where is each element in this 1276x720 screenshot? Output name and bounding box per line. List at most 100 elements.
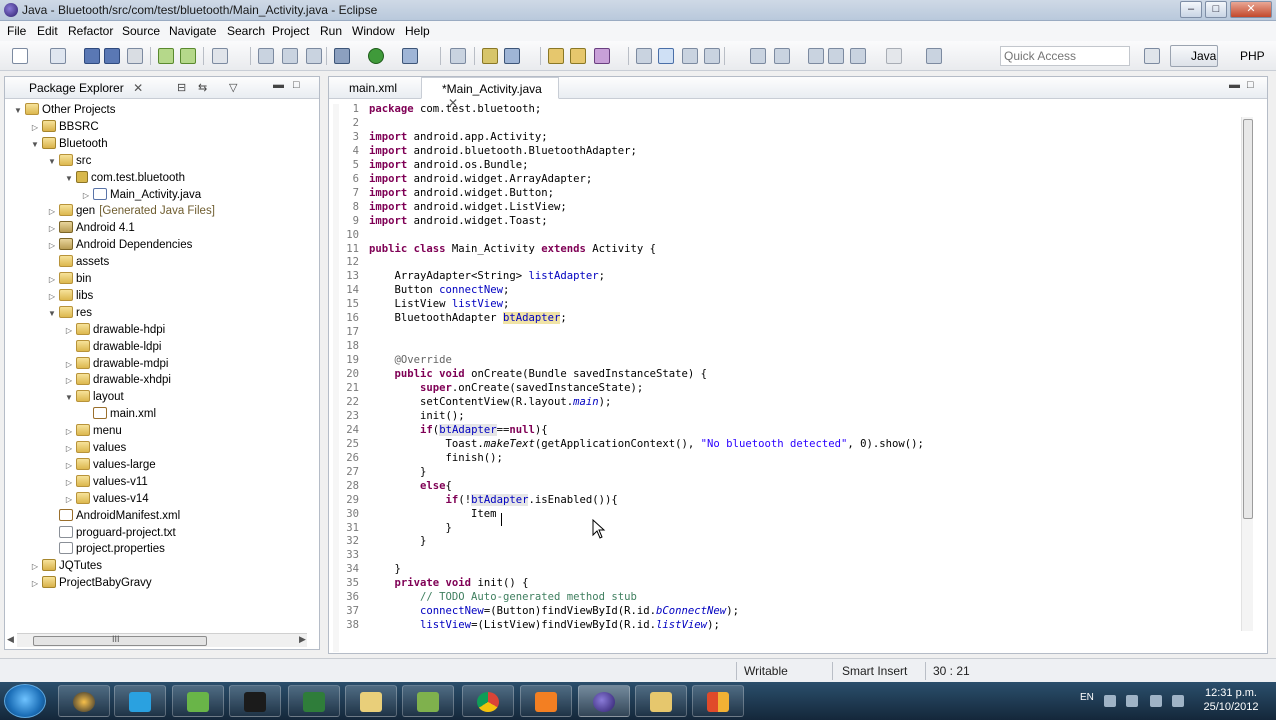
- tray-battery-icon[interactable]: [1126, 695, 1138, 707]
- collapsed-arrow-icon[interactable]: ▷: [30, 558, 40, 575]
- collapsed-arrow-icon[interactable]: ▷: [47, 237, 57, 254]
- code-line[interactable]: else{: [369, 479, 452, 493]
- code-line[interactable]: // TODO Auto-generated method stub: [369, 590, 637, 604]
- expanded-arrow-icon[interactable]: ▼: [64, 170, 74, 187]
- tree-item[interactable]: ▼ res: [47, 305, 92, 322]
- tree-item[interactable]: ▷ gen [Generated Java Files]: [47, 203, 215, 220]
- search-icon[interactable]: [570, 48, 586, 64]
- code-line[interactable]: if(btAdapter==null){: [369, 423, 548, 437]
- tree-item[interactable]: drawable-ldpi: [64, 339, 161, 356]
- code-line[interactable]: ArrayAdapter<String> listAdapter;: [369, 269, 606, 283]
- code-line[interactable]: finish();: [369, 451, 503, 465]
- tray-volume-icon[interactable]: [1172, 695, 1184, 707]
- tree-item[interactable]: ▷ values-v14: [64, 491, 149, 508]
- code-line[interactable]: listView=(ListView)findViewById(R.id.lis…: [369, 618, 720, 632]
- save-all-icon[interactable]: [104, 48, 120, 64]
- android-sdk-icon[interactable]: [158, 48, 174, 64]
- maximize-view-icon[interactable]: □: [1247, 79, 1254, 91]
- tray-help-icon[interactable]: [1104, 695, 1116, 707]
- tray-network-icon[interactable]: [1150, 695, 1162, 707]
- menu-source[interactable]: Source: [122, 24, 160, 38]
- tree-item[interactable]: ▼ Bluetooth: [30, 136, 108, 153]
- collapsed-arrow-icon[interactable]: ▷: [47, 203, 57, 220]
- taskbar-explorer[interactable]: [635, 685, 687, 717]
- tree-item[interactable]: assets: [47, 254, 109, 271]
- minimize-button[interactable]: –: [1180, 1, 1202, 18]
- php-perspective-button[interactable]: PHP: [1222, 49, 1265, 63]
- tree-item[interactable]: ▷ Main_Activity.java: [81, 187, 201, 204]
- show-whitespace-icon[interactable]: [682, 48, 698, 64]
- taskbar-xampp[interactable]: [520, 685, 572, 717]
- collapsed-arrow-icon[interactable]: ▷: [64, 474, 74, 491]
- collapsed-arrow-icon[interactable]: ▷: [64, 356, 74, 373]
- tree-item[interactable]: project.properties: [47, 541, 165, 558]
- expanded-arrow-icon[interactable]: ▼: [47, 305, 57, 322]
- collapsed-arrow-icon[interactable]: ▷: [64, 440, 74, 457]
- tray-clock[interactable]: 12:31 p.m. 25/10/2012: [1196, 686, 1266, 714]
- toggle-mark-occurrences-icon[interactable]: [636, 48, 652, 64]
- tab-main-activity-java[interactable]: *Main_Activity.java ✕: [421, 77, 559, 110]
- collapsed-arrow-icon[interactable]: ▷: [64, 491, 74, 508]
- scroll-thumb[interactable]: [1243, 119, 1253, 519]
- collapsed-arrow-icon[interactable]: ▷: [30, 119, 40, 136]
- word-wrap-icon[interactable]: [704, 48, 720, 64]
- collapsed-arrow-icon[interactable]: ▷: [81, 187, 91, 204]
- open-folder-icon[interactable]: [548, 48, 564, 64]
- view-menu-icon[interactable]: ▽: [229, 81, 237, 94]
- code-line[interactable]: }: [369, 521, 452, 535]
- previous-annotation-icon[interactable]: [774, 48, 790, 64]
- tree-item[interactable]: ▷ drawable-xhdpi: [64, 372, 171, 389]
- new-java-class-icon[interactable]: [482, 48, 498, 64]
- forward-arrow-icon[interactable]: [886, 48, 902, 64]
- vertical-scrollbar[interactable]: [1241, 117, 1253, 631]
- tab-main-xml[interactable]: main.xml: [329, 77, 419, 99]
- minimize-view-icon[interactable]: ▬: [273, 79, 284, 91]
- horizontal-scrollbar[interactable]: ◀ III ▶: [7, 633, 307, 647]
- tree-item[interactable]: ▷ ProjectBabyGravy: [30, 575, 152, 592]
- clean-icon[interactable]: [306, 48, 322, 64]
- new-icon[interactable]: [12, 48, 28, 64]
- code-line[interactable]: BluetoothAdapter btAdapter;: [369, 311, 567, 325]
- expanded-arrow-icon[interactable]: ▼: [64, 389, 74, 406]
- code-line[interactable]: super.onCreate(savedInstanceState);: [369, 381, 643, 395]
- taskbar-media-player[interactable]: [58, 685, 110, 717]
- code-line[interactable]: import android.widget.Button;: [369, 186, 554, 200]
- code-line[interactable]: private void init() {: [369, 576, 529, 590]
- new-java-package-icon[interactable]: [450, 48, 466, 64]
- collapsed-arrow-icon[interactable]: ▷: [64, 372, 74, 389]
- tree-item[interactable]: ▷ values-v11: [64, 474, 148, 491]
- collapsed-arrow-icon[interactable]: ▷: [47, 220, 57, 237]
- run-icon[interactable]: [368, 48, 384, 64]
- pen-icon[interactable]: [594, 48, 610, 64]
- code-line[interactable]: }: [369, 534, 426, 548]
- taskbar-windows-app[interactable]: [692, 685, 744, 717]
- menu-refactor[interactable]: Refactor: [68, 24, 113, 38]
- collapsed-arrow-icon[interactable]: ▷: [64, 322, 74, 339]
- scroll-thumb[interactable]: III: [33, 634, 207, 646]
- build-all-icon[interactable]: [282, 48, 298, 64]
- tree-item[interactable]: ▼ layout: [64, 389, 124, 406]
- code-line[interactable]: connectNew=(Button)findViewById(R.id.bCo…: [369, 604, 739, 618]
- menu-search[interactable]: Search: [227, 24, 265, 38]
- code-line[interactable]: import android.widget.ListView;: [369, 200, 567, 214]
- tree-item[interactable]: ▷ menu: [64, 423, 122, 440]
- code-line[interactable]: package com.test.bluetooth;: [369, 102, 541, 116]
- open-perspective-icon[interactable]: [1144, 48, 1160, 64]
- tree-item[interactable]: ▷ drawable-mdpi: [64, 356, 168, 373]
- collapsed-arrow-icon[interactable]: ▷: [47, 271, 57, 288]
- code-line[interactable]: import android.os.Bundle;: [369, 158, 528, 172]
- java-perspective-button[interactable]: Java: [1170, 45, 1218, 67]
- tree-item[interactable]: ▷ values-large: [64, 457, 156, 474]
- collapsed-arrow-icon[interactable]: ▷: [30, 575, 40, 592]
- taskbar-star-app[interactable]: [229, 685, 281, 717]
- tree-item[interactable]: AndroidManifest.xml: [47, 508, 180, 525]
- expanded-arrow-icon[interactable]: ▼: [13, 102, 23, 119]
- save-icon[interactable]: [84, 48, 100, 64]
- code-line[interactable]: if(!btAdapter.isEnabled()){: [369, 493, 618, 507]
- tree-item[interactable]: ▷ Android 4.1: [47, 220, 135, 237]
- maximize-button[interactable]: □: [1205, 1, 1227, 18]
- close-icon[interactable]: ✕: [133, 81, 143, 95]
- new-project-icon[interactable]: [50, 48, 66, 64]
- code-line[interactable]: public void onCreate(Bundle savedInstanc…: [369, 367, 708, 381]
- link-with-editor-icon[interactable]: ⇆: [198, 81, 207, 94]
